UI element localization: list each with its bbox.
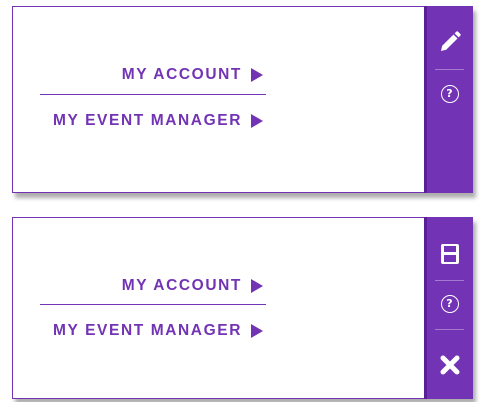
pencil-icon <box>440 31 461 51</box>
account-panel-view-mode: MY ACCOUNT MY EVENT MANAGER ? <box>12 6 473 193</box>
edit-button[interactable] <box>427 24 472 60</box>
close-button[interactable] <box>427 345 472 385</box>
my-account-link[interactable]: MY ACCOUNT <box>122 64 263 86</box>
play-arrow-icon <box>251 324 263 338</box>
panel-content: MY ACCOUNT MY EVENT MANAGER <box>13 218 423 398</box>
play-arrow-icon <box>251 68 263 82</box>
save-button[interactable] <box>427 237 472 271</box>
panel-sidebar: ? <box>424 6 472 193</box>
play-arrow-icon <box>251 279 263 293</box>
my-event-manager-label: MY EVENT MANAGER <box>53 322 242 339</box>
my-event-manager-label: MY EVENT MANAGER <box>53 112 242 129</box>
sidebar-separator <box>435 69 464 70</box>
panel-content: MY ACCOUNT MY EVENT MANAGER <box>13 7 423 192</box>
sidebar-separator <box>435 280 464 281</box>
my-account-label: MY ACCOUNT <box>121 66 242 83</box>
my-account-link[interactable]: MY ACCOUNT <box>122 275 263 297</box>
help-button[interactable]: ? <box>427 78 472 110</box>
panel-sidebar: ? <box>424 217 472 399</box>
help-icon: ? <box>440 85 459 103</box>
help-button[interactable]: ? <box>427 288 472 320</box>
close-icon <box>440 355 459 375</box>
sidebar-separator <box>435 329 464 330</box>
link-divider <box>40 304 266 305</box>
link-divider <box>40 94 266 95</box>
play-arrow-icon <box>251 114 263 128</box>
my-event-manager-link[interactable]: MY EVENT MANAGER <box>53 320 263 342</box>
my-event-manager-link[interactable]: MY EVENT MANAGER <box>53 110 263 132</box>
save-icon <box>440 244 459 264</box>
account-panel-edit-mode: MY ACCOUNT MY EVENT MANAGER ? <box>12 217 473 399</box>
help-icon: ? <box>440 295 459 313</box>
my-account-label: MY ACCOUNT <box>121 277 242 294</box>
